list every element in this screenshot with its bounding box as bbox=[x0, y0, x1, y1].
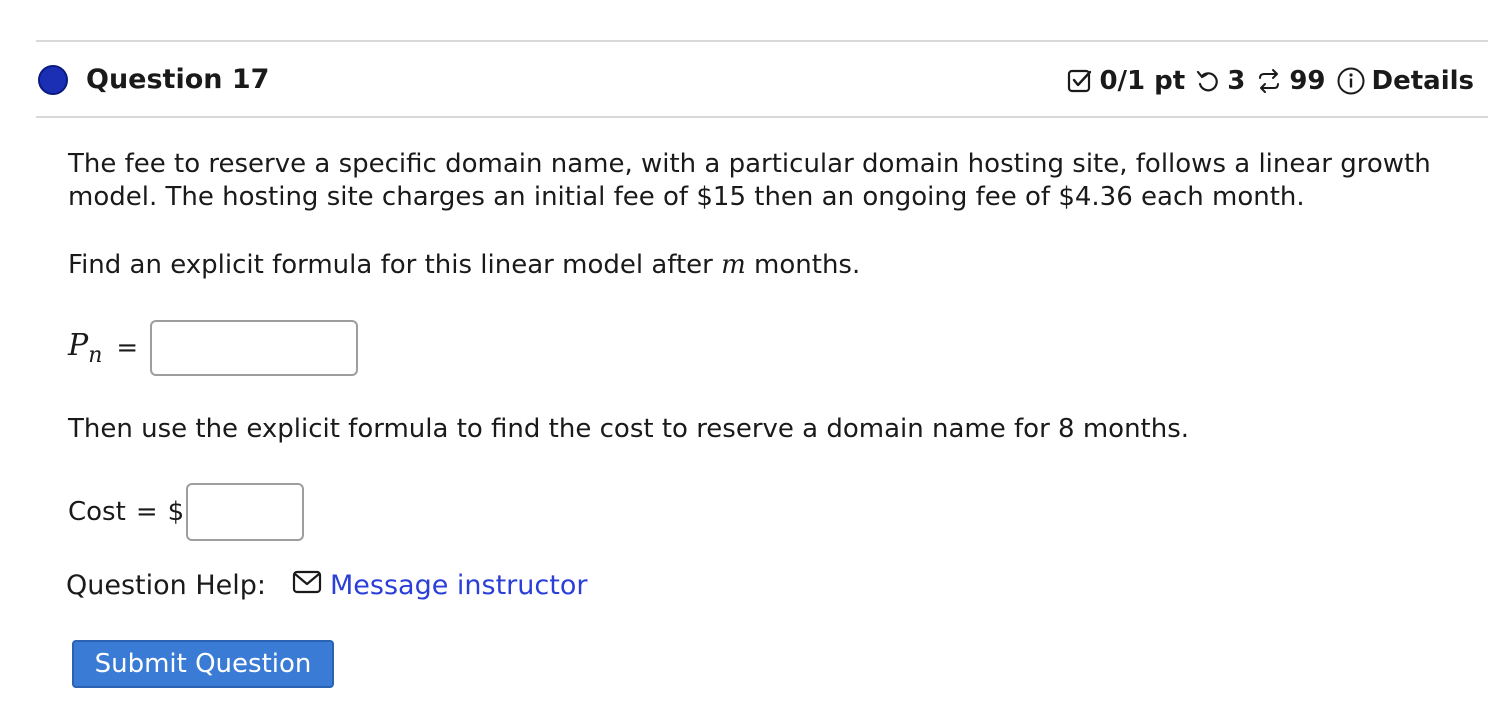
question-title: Question 17 bbox=[86, 64, 270, 95]
retry-icon bbox=[1195, 68, 1221, 94]
cost-row: Cost = $ bbox=[68, 482, 305, 542]
variable-m: m bbox=[721, 250, 746, 280]
question-help: Question Help: Message instructor bbox=[66, 570, 587, 601]
details-label[interactable]: Details bbox=[1372, 66, 1475, 96]
question-meta: 0/1 pt 3 99 Details bbox=[1067, 66, 1474, 96]
question-body: The fee to reserve a specific domain nam… bbox=[68, 148, 1448, 214]
versions-icon bbox=[1255, 68, 1283, 94]
submit-question-button[interactable]: Submit Question bbox=[72, 640, 334, 688]
header-divider bbox=[36, 116, 1488, 118]
score-text: 0/1 pt bbox=[1099, 66, 1186, 96]
mail-icon[interactable] bbox=[292, 570, 322, 601]
help-label: Question Help: bbox=[66, 570, 266, 601]
versions: 99 bbox=[1255, 66, 1326, 96]
attempts: 3 bbox=[1195, 66, 1245, 96]
find-suffix: months. bbox=[745, 250, 861, 280]
cost-answer-input[interactable] bbox=[186, 483, 305, 541]
cost-equals: = bbox=[135, 497, 158, 527]
formula-label: Pn bbox=[68, 328, 103, 368]
formula-row: Pn = bbox=[68, 318, 359, 378]
details-link[interactable]: Details bbox=[1336, 66, 1475, 96]
question-prompt: The fee to reserve a specific domain nam… bbox=[68, 149, 1431, 212]
checkbox-icon bbox=[1067, 68, 1093, 94]
message-instructor-link[interactable]: Message instructor bbox=[330, 570, 587, 601]
question-header: Question 17 0/1 pt 3 99 Details bbox=[38, 58, 1474, 106]
attempts-count: 3 bbox=[1227, 66, 1246, 96]
cost-prompt: Then use the explicit formula to find th… bbox=[68, 414, 1190, 444]
status-dot bbox=[38, 65, 68, 95]
formula-answer-input[interactable] bbox=[150, 320, 359, 376]
find-prefix: Find an explicit formula for this linear… bbox=[68, 250, 722, 280]
currency-symbol: $ bbox=[167, 497, 185, 527]
find-instruction: Find an explicit formula for this linear… bbox=[68, 250, 860, 280]
question-page: Question 17 0/1 pt 3 99 Details The fee … bbox=[0, 0, 1512, 722]
cost-label: Cost bbox=[68, 497, 126, 527]
versions-count: 99 bbox=[1289, 66, 1326, 96]
score: 0/1 pt bbox=[1067, 66, 1185, 96]
top-divider bbox=[36, 40, 1488, 42]
formula-equals: = bbox=[116, 333, 139, 363]
info-icon bbox=[1336, 66, 1366, 96]
